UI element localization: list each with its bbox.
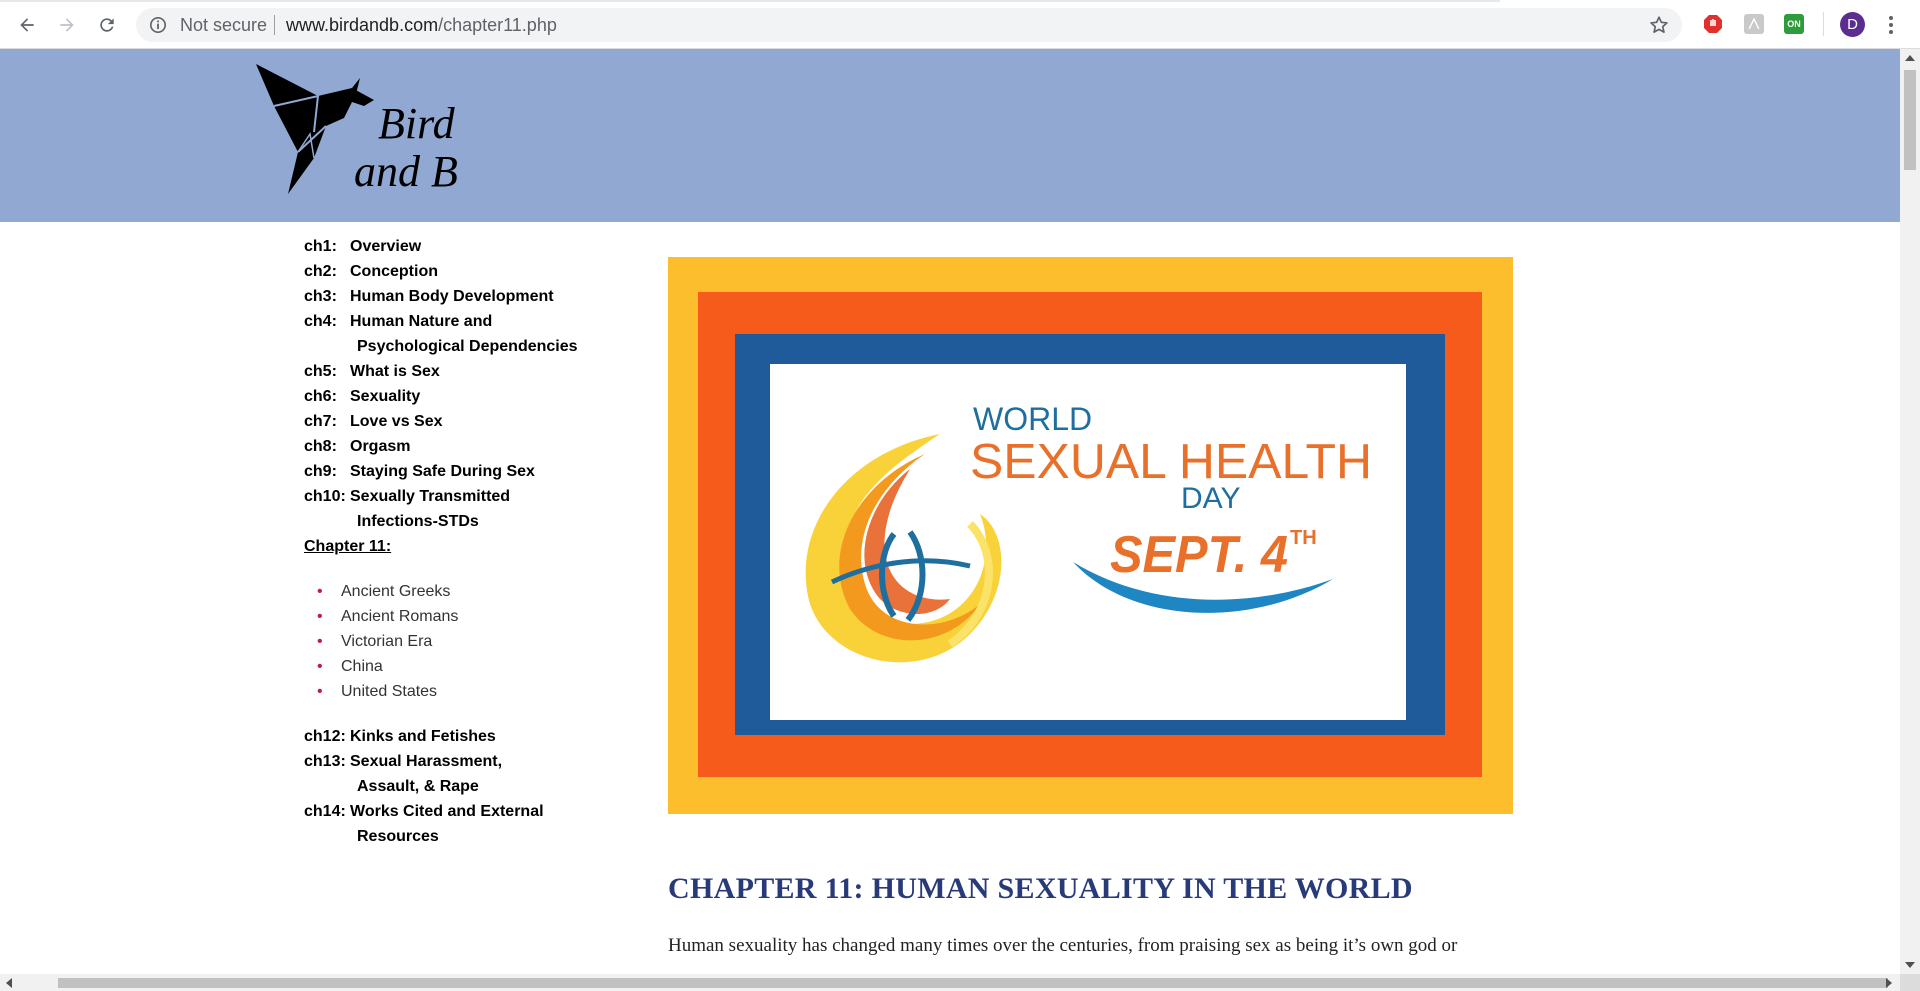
site-logo[interactable]: Bird and B: [256, 62, 476, 202]
section-link[interactable]: United States: [304, 679, 624, 704]
url-text[interactable]: www.birdandb.com/chapter11.php: [286, 14, 557, 36]
chapter-number: ch10:: [304, 488, 346, 505]
chapter-title-text: Orgasm: [350, 438, 411, 455]
banner-world-text: WORLD: [973, 401, 1092, 437]
adblock-icon[interactable]: [1703, 14, 1723, 34]
vertical-scroll-thumb[interactable]: [1904, 70, 1916, 170]
chapter-number: ch1:: [304, 238, 337, 255]
chapter-link[interactable]: ch3: Human Body Development: [304, 284, 624, 309]
omnibox-divider: [274, 15, 275, 35]
scroll-up-icon[interactable]: [1905, 54, 1915, 62]
chapter-number: ch4:: [304, 313, 337, 330]
section-link[interactable]: China: [304, 654, 624, 679]
chapter-intro-paragraph: Human sexuality has changed many times o…: [668, 935, 1458, 956]
security-label[interactable]: Not secure: [180, 14, 267, 36]
chapter-number: ch7:: [304, 413, 337, 430]
chapter-title-continuation: Resources: [357, 828, 439, 845]
adblock-hand-icon: [1704, 15, 1722, 33]
loading-bar: [0, 0, 1500, 2]
banner-orange-border: WORLD SEXUAL HEALTH DAY SEPT. 4 TH: [698, 292, 1482, 777]
chapter-number: ch2:: [304, 263, 337, 280]
back-arrow-icon: [20, 18, 34, 32]
chapter-title-text: Human Nature and: [350, 313, 493, 330]
chapter-number: ch14:: [304, 803, 346, 820]
pdf-icon[interactable]: [1744, 14, 1764, 34]
scrollbar-corner: [1900, 974, 1920, 991]
toolbar-divider: [1823, 12, 1824, 36]
chapter-nav: ch1: Overview ch2: Conception ch3: Human Body…: [304, 234, 624, 849]
chapter-title-text: Human Body Development: [350, 288, 554, 305]
address-bar[interactable]: Not secure www.birdandb.com/chapter11.ph…: [136, 8, 1682, 42]
browser-toolbar: Not secure www.birdandb.com/chapter11.ph…: [0, 0, 1920, 49]
chapter-title-continuation: Assault, & Rape: [357, 778, 479, 795]
pdf-glyph-icon: [1748, 17, 1760, 30]
chapter-link[interactable]: ch2: Conception: [304, 259, 624, 284]
chapter-link[interactable]: ch9: Staying Safe During Sex: [304, 459, 624, 484]
world-sexual-health-day-banner: WORLD SEXUAL HEALTH DAY SEPT. 4 TH: [668, 257, 1513, 814]
scroll-down-icon[interactable]: [1905, 961, 1915, 969]
chapter-number: ch5:: [304, 363, 337, 380]
info-icon[interactable]: [149, 16, 167, 34]
chapter-link[interactable]: ch6: Sexuality: [304, 384, 624, 409]
forward-arrow-icon: [60, 18, 74, 32]
horizontal-scroll-thumb[interactable]: [58, 978, 1888, 988]
chapter-link[interactable]: ch12: Kinks and Fetishes: [304, 724, 624, 749]
chapter-link[interactable]: ch5: What is Sex: [304, 359, 624, 384]
chapter-title-text: Kinks and Fetishes: [350, 728, 496, 745]
chapter-link[interactable]: ch8: Orgasm: [304, 434, 624, 459]
profile-avatar[interactable]: D: [1840, 12, 1865, 37]
chapter-number: ch9:: [304, 463, 337, 480]
current-chapter-label: Chapter 11:: [304, 538, 392, 555]
section-link[interactable]: Ancient Romans: [304, 604, 624, 629]
bookmark-star-icon[interactable]: [1648, 14, 1670, 36]
chapter-title-text: Sexually Transmitted: [350, 488, 511, 505]
chapter-title-text: Overview: [350, 238, 422, 255]
chapter-link[interactable]: ch7: Love vs Sex: [304, 409, 624, 434]
logo-text-line1: Bird: [378, 99, 455, 148]
chapter-sections-list: Ancient GreeksAncient RomansVictorian Er…: [304, 579, 624, 704]
banner-date-sup: TH: [1290, 527, 1317, 549]
scroll-left-icon[interactable]: [5, 978, 13, 988]
section-link[interactable]: Ancient Greeks: [304, 579, 624, 604]
chapter-number: ch13:: [304, 753, 346, 770]
chapter-link[interactable]: ch1: Overview: [304, 234, 624, 259]
on-extension-icon[interactable]: ON: [1784, 14, 1804, 34]
reload-icon: [100, 18, 114, 32]
section-link[interactable]: Victorian Era: [304, 629, 624, 654]
chapter-number: ch6:: [304, 388, 337, 405]
url-path: /chapter11.php: [438, 15, 557, 35]
back-button[interactable]: [12, 11, 42, 39]
banner-day-text: DAY: [1181, 482, 1240, 515]
chapter-title-text: Staying Safe During Sex: [350, 463, 535, 480]
scroll-right-icon[interactable]: [1885, 978, 1893, 988]
chapter-title-continuation: Infections-STDs: [357, 513, 479, 530]
chapter-title-text: Conception: [350, 263, 438, 280]
chapter-link[interactable]: ch14: Works Cited and External Resources: [304, 799, 624, 849]
chapter-link[interactable]: ch13: Sexual Harassment, Assault, & Rape: [304, 749, 624, 799]
banner-sexual-health-text: SEXUAL HEALTH: [970, 435, 1372, 489]
chapter-title-text: Works Cited and External: [350, 803, 544, 820]
chapter-title-text: Love vs Sex: [350, 413, 443, 430]
kebab-menu-icon[interactable]: [1886, 14, 1896, 36]
banner-blue-border: WORLD SEXUAL HEALTH DAY SEPT. 4 TH: [735, 334, 1445, 735]
banner-image: WORLD SEXUAL HEALTH DAY SEPT. 4 TH: [770, 364, 1406, 720]
chapter-number: ch12:: [304, 728, 346, 745]
reload-button[interactable]: [92, 11, 122, 39]
chapter-title-continuation: Psychological Dependencies: [357, 338, 578, 355]
chapter-link[interactable]: ch4: Human Nature and Psychological Depend…: [304, 309, 624, 359]
horizontal-scrollbar[interactable]: [0, 974, 1900, 991]
forward-button[interactable]: [52, 11, 82, 39]
chapter-number: ch8:: [304, 438, 337, 455]
chapter-title-text: Sexual Harassment,: [350, 753, 503, 770]
chapter-title-text: Sexuality: [350, 388, 421, 405]
logo-text-line2: and B: [354, 147, 458, 196]
vertical-scrollbar[interactable]: [1900, 49, 1920, 974]
url-host: www.birdandb.com: [286, 15, 439, 35]
banner-date-text: SEPT. 4: [1110, 526, 1288, 584]
chapter-title: CHAPTER 11: HUMAN SEXUALITY IN THE WORLD: [668, 872, 1413, 905]
wshd-logo: WORLD SEXUAL HEALTH DAY SEPT. 4 TH: [805, 401, 1372, 663]
chapter-title-text: What is Sex: [350, 363, 440, 380]
chapter-number: ch3:: [304, 288, 337, 305]
chapter-link[interactable]: ch10: Sexually Transmitted Infections-STDs: [304, 484, 624, 534]
